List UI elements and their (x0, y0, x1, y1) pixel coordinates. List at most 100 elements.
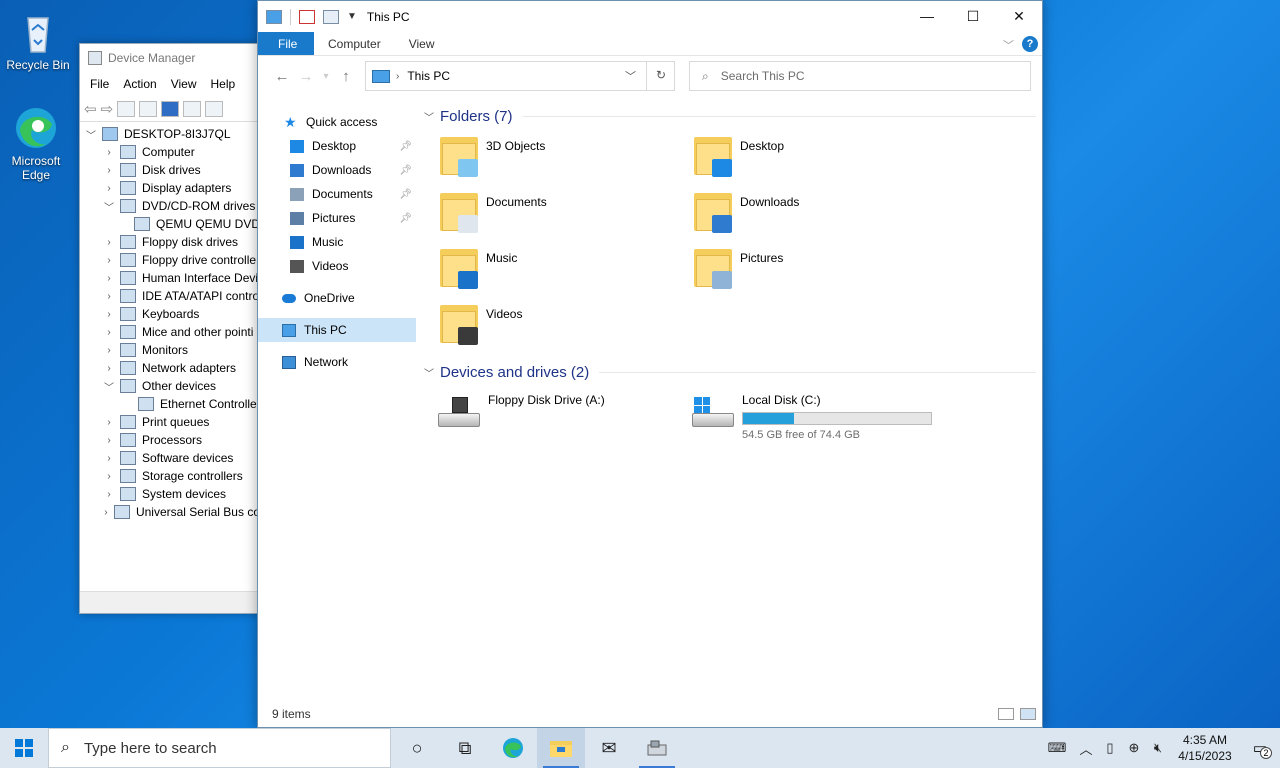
battery-icon[interactable]: ▯ (1098, 740, 1122, 756)
chevron-right-icon[interactable]: › (102, 327, 116, 338)
chevron-right-icon[interactable]: › (102, 147, 116, 158)
clock[interactable]: 4:35 AM 4/15/2023 (1170, 732, 1240, 764)
nav-this-pc[interactable]: This PC (258, 318, 416, 342)
tab-view[interactable]: View (395, 32, 449, 55)
up-button[interactable]: ↑ (334, 68, 358, 85)
show-hidden-icons-icon[interactable]: ︿ (1074, 739, 1098, 758)
taskbar-device-manager-button[interactable] (633, 728, 681, 768)
nav-quick-access[interactable]: ★ Quick access (258, 110, 416, 134)
taskbar-mail-button[interactable]: ✉ (585, 728, 633, 768)
chevron-down-icon[interactable]: ﹀ (102, 199, 116, 214)
chevron-right-icon[interactable]: › (102, 453, 116, 464)
taskbar-search-box[interactable]: ⌕ Type here to search (48, 728, 391, 768)
chevron-right-icon[interactable]: › (102, 183, 116, 194)
folder-documents[interactable]: Documents (424, 185, 678, 241)
tree-item-qemu-qemu-dvd[interactable]: QEMU QEMU DVD (80, 215, 260, 233)
pin-icon[interactable]: 📌︎ (399, 165, 412, 176)
forward-button[interactable]: → (294, 68, 318, 85)
folder-music[interactable]: Music (424, 241, 678, 297)
properties-icon[interactable] (117, 100, 136, 117)
folder-downloads[interactable]: Downloads (678, 185, 932, 241)
help-icon[interactable]: ? (1022, 36, 1038, 52)
tree-item-software-devices[interactable]: › Software devices (80, 449, 260, 467)
chevron-right-icon[interactable]: › (102, 291, 116, 302)
tree-item-processors[interactable]: › Processors (80, 431, 260, 449)
explorer-titlebar[interactable]: ▼ This PC — ☐ ✕ (258, 1, 1042, 32)
nav-onedrive[interactable]: OneDrive (258, 286, 416, 310)
volume-muted-icon[interactable]: 🔇︎ (1146, 740, 1170, 756)
chevron-right-icon[interactable]: › (102, 255, 116, 266)
menu-action[interactable]: Action (123, 77, 156, 91)
scan-hardware-icon[interactable] (205, 100, 224, 117)
chevron-right-icon[interactable]: › (102, 363, 116, 374)
chevron-right-icon[interactable]: › (102, 507, 110, 518)
desktop-icon-recycle-bin[interactable]: Recycle Bin (0, 8, 76, 72)
back-button[interactable]: ← (270, 68, 294, 85)
recent-locations-icon[interactable]: ▾ (318, 71, 334, 82)
pin-icon[interactable]: 📌︎ (399, 213, 412, 224)
update-driver-icon[interactable] (183, 100, 202, 117)
chevron-right-icon[interactable]: › (102, 435, 116, 446)
tree-item-floppy-drive-controlle[interactable]: › Floppy drive controlle (80, 251, 260, 269)
tree-item-floppy-disk-drives[interactable]: › Floppy disk drives (80, 233, 260, 251)
chevron-down-icon[interactable]: ﹀ (424, 365, 440, 380)
tree-item-disk-drives[interactable]: › Disk drives (80, 161, 260, 179)
nav-network[interactable]: Network (258, 350, 416, 374)
expand-ribbon-icon[interactable]: ﹀ (1003, 37, 1014, 53)
chevron-right-icon[interactable]: › (102, 237, 116, 248)
nav-documents[interactable]: Documents 📌︎ (258, 182, 416, 206)
tree-item-mice-and-other-pointi[interactable]: › Mice and other pointi (80, 323, 260, 341)
pin-icon[interactable]: 📌︎ (399, 189, 412, 200)
forward-arrow-icon[interactable]: ⇨ (101, 100, 114, 118)
tree-item-keyboards[interactable]: › Keyboards (80, 305, 260, 323)
folder-pictures[interactable]: Pictures (678, 241, 932, 297)
folder-desktop[interactable]: Desktop (678, 129, 932, 185)
minimize-button[interactable]: — (904, 1, 950, 32)
drives-group-header[interactable]: ﹀ Devices and drives (2) (424, 359, 1036, 385)
properties-icon[interactable] (299, 9, 315, 24)
keyboard-icon[interactable]: ⌨ (1040, 740, 1074, 756)
nav-videos[interactable]: Videos (258, 254, 416, 278)
tree-item-other-devices[interactable]: ﹀ Other devices (80, 377, 260, 395)
cortana-button[interactable]: ○ (393, 728, 441, 768)
tree-item-computer[interactable]: › Computer (80, 143, 260, 161)
start-button[interactable] (0, 728, 48, 768)
chevron-down-icon[interactable]: ﹀ (84, 127, 98, 142)
taskbar-edge-button[interactable] (489, 728, 537, 768)
network-globe-icon[interactable]: ⊕ (1122, 740, 1146, 756)
tree-item-network-adapters[interactable]: › Network adapters (80, 359, 260, 377)
tree-item-storage-controllers[interactable]: › Storage controllers (80, 467, 260, 485)
tree-item-universal-serial-bus-co[interactable]: › Universal Serial Bus co (80, 503, 260, 521)
new-folder-icon[interactable] (323, 9, 339, 24)
desktop-icon-edge[interactable]: Microsoft Edge (0, 104, 74, 182)
address-bar[interactable]: › This PC ﹀ (365, 61, 675, 91)
tab-file[interactable]: File (258, 32, 314, 55)
menu-file[interactable]: File (90, 77, 109, 91)
tree-item-ethernet-controlle[interactable]: Ethernet Controlle (80, 395, 260, 413)
tree-item-display-adapters[interactable]: › Display adapters (80, 179, 260, 197)
action-center-button[interactable]: ▭ 2 (1240, 739, 1280, 759)
tree-item-dvd-cd-rom-drives[interactable]: ﹀ DVD/CD-ROM drives (80, 197, 260, 215)
address-dropdown-icon[interactable]: ﹀ (625, 68, 636, 84)
chevron-right-icon[interactable]: › (102, 165, 116, 176)
tree-item-system-devices[interactable]: › System devices (80, 485, 260, 503)
details-view-icon[interactable] (998, 708, 1014, 720)
search-box[interactable]: ⌕ Search This PC (689, 61, 1031, 91)
chevron-right-icon[interactable]: › (102, 273, 116, 284)
taskbar-file-explorer-button[interactable] (537, 728, 585, 768)
chevron-down-icon[interactable]: ﹀ (102, 379, 116, 394)
tree-item-print-queues[interactable]: › Print queues (80, 413, 260, 431)
task-view-button[interactable]: ⧉ (441, 728, 489, 768)
tab-computer[interactable]: Computer (314, 32, 395, 55)
drive-local-disk-c[interactable]: Local Disk (C:) 54.5 GB free of 74.4 GB (678, 385, 932, 441)
chevron-right-icon[interactable]: › (102, 471, 116, 482)
help-icon[interactable] (161, 100, 180, 117)
menu-view[interactable]: View (171, 77, 197, 91)
large-icons-view-icon[interactable] (1020, 708, 1036, 720)
back-arrow-icon[interactable]: ⇦ (84, 100, 97, 118)
chevron-right-icon[interactable]: › (102, 489, 116, 500)
tree-item-human-interface-devi[interactable]: › Human Interface Devi (80, 269, 260, 287)
file-explorer-window[interactable]: ▼ This PC — ☐ ✕ File Computer View ﹀ ? ←… (257, 0, 1043, 728)
device-manager-titlebar[interactable]: Device Manager (80, 44, 260, 72)
tree-root[interactable]: ﹀ DESKTOP-8I3J7QL (80, 125, 260, 143)
